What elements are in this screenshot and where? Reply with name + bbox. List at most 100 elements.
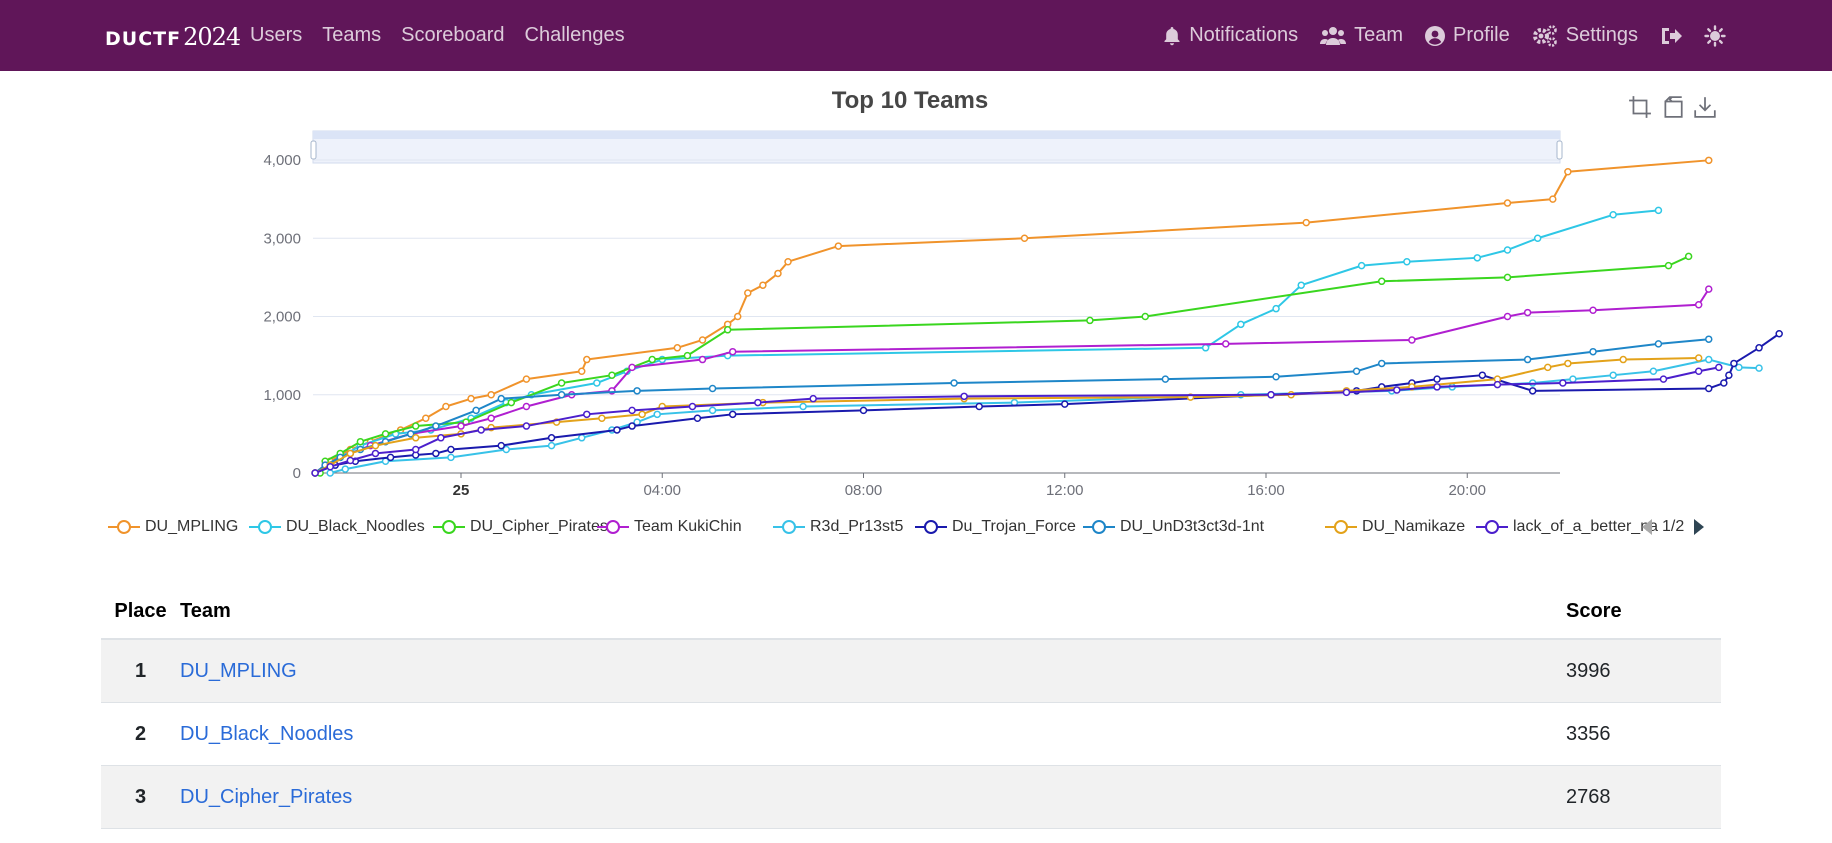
legend-item[interactable]: DU_UnD3t3ct3d-1ntrud3rs	[1083, 508, 1265, 546]
x-tick-label: 08:00	[845, 482, 883, 499]
score-cell: 3356	[1566, 702, 1721, 766]
legend-item[interactable]: DU_MPLING	[108, 508, 238, 546]
legend-item[interactable]: lack_of_a_better_name	[1476, 508, 1658, 546]
data-point	[1086, 316, 1094, 325]
data-point	[693, 414, 702, 422]
user-circle-icon	[1425, 25, 1446, 46]
data-point	[1272, 304, 1280, 313]
team-link[interactable]: DU_Cipher_Pirates	[180, 786, 352, 808]
table-row: 2 DU_Black_Noodles 3356	[101, 702, 1721, 766]
data-point	[381, 437, 390, 446]
data-point	[311, 469, 319, 477]
legend-item[interactable]: R3d_Pr13st5	[773, 508, 903, 546]
nav-link-users[interactable]: Users	[250, 24, 302, 47]
data-point	[759, 281, 767, 289]
data-point	[462, 418, 470, 426]
nav-link-teams[interactable]: Teams	[322, 24, 381, 47]
data-point	[351, 457, 360, 466]
legend-item[interactable]: DU_Cipher_Pirates	[433, 508, 608, 546]
legend-page-indicator: 1/2	[1662, 518, 1685, 535]
legend-line-icon	[1476, 520, 1508, 534]
data-point	[442, 402, 450, 411]
data-point	[1528, 379, 1537, 387]
notifications-label: Notifications	[1189, 24, 1299, 46]
legend-line-icon	[433, 520, 465, 534]
data-point	[472, 406, 480, 415]
x-tick-label: 04:00	[643, 482, 681, 499]
data-point	[567, 391, 576, 399]
data-point	[583, 355, 591, 364]
data-point	[1352, 387, 1361, 395]
data-point	[698, 336, 707, 344]
nav-link-challenges[interactable]: Challenges	[525, 24, 625, 47]
legend-item[interactable]: DU_Black_Noodles	[249, 508, 425, 546]
logout-button[interactable]	[1660, 26, 1682, 46]
team-link[interactable]: DU_Black_Noodles	[180, 723, 353, 745]
y-tick-label: 1,000	[263, 387, 301, 404]
header-score: Score	[1566, 585, 1721, 640]
data-point	[381, 457, 390, 466]
data-point	[809, 394, 817, 403]
data-point	[960, 394, 968, 403]
data-point	[728, 347, 737, 356]
data-point	[326, 462, 334, 471]
nav-link-scoreboard[interactable]: Scoreboard	[401, 24, 504, 47]
data-point	[331, 461, 339, 469]
y-tick-label: 2,000	[263, 309, 301, 326]
theme-toggle-button[interactable]	[1704, 24, 1726, 47]
nav-link-team[interactable]: Team	[1320, 24, 1403, 47]
chart-legend: DU_MPLING DU_Black_Noodles DU_Cipher_Pirat…	[0, 508, 1832, 546]
legend-label: Team KukiChin	[634, 518, 742, 535]
legend-label: R3d_Pr13st5	[810, 518, 904, 535]
legend-prev-button[interactable]	[1640, 518, 1654, 536]
data-point	[708, 406, 717, 415]
legend-item[interactable]: DU_Namikaze	[1325, 508, 1465, 546]
zoom-reset-icon[interactable]	[1661, 95, 1685, 119]
data-point	[1478, 371, 1487, 379]
data-point	[733, 312, 742, 321]
zoom-icon[interactable]	[1628, 95, 1652, 119]
data-point	[723, 326, 732, 334]
data-point	[356, 437, 365, 446]
x-tick-label: 16:00	[1247, 482, 1285, 499]
data-point	[547, 434, 556, 442]
header-team: Team	[180, 585, 1566, 640]
data-point	[346, 449, 355, 458]
legend-label: DU_UnD3t3ct3d-1ntrud3rs	[1120, 518, 1265, 535]
data-point	[1609, 211, 1617, 219]
data-point	[578, 434, 586, 442]
legend-next-button[interactable]	[1692, 518, 1706, 536]
data-point	[457, 430, 465, 438]
data-point	[341, 465, 350, 473]
data-point	[406, 430, 415, 438]
data-point	[1528, 387, 1537, 395]
team-link[interactable]: DU_MPLING	[180, 660, 297, 682]
team-label: Team	[1354, 24, 1404, 46]
datazoom-left-handle	[310, 140, 317, 160]
data-point	[975, 402, 983, 411]
data-point	[1493, 380, 1502, 389]
data-point	[1755, 364, 1763, 372]
data-point	[1267, 391, 1275, 399]
place-cell: 2	[101, 702, 180, 766]
download-icon[interactable]	[1693, 95, 1717, 119]
data-point	[683, 351, 692, 360]
x-tick-label: 25	[453, 482, 470, 499]
data-point	[583, 410, 591, 419]
navbar: DUCTF2024 Users Teams Scoreboard Challen…	[0, 0, 1832, 71]
legend-label: lack_of_a_better_name	[1513, 518, 1658, 535]
nav-link-notifications[interactable]: Notifications	[1163, 24, 1298, 47]
legend-item[interactable]: Du_Trojan_Force	[915, 508, 1076, 546]
sun-icon	[1704, 24, 1726, 47]
series-line	[314, 356, 1699, 474]
data-point	[311, 469, 319, 477]
data-point	[1222, 340, 1230, 348]
data-point	[1403, 257, 1411, 266]
place-cell: 1	[101, 639, 180, 703]
nav-link-settings[interactable]: Settings	[1532, 24, 1638, 47]
data-point	[1448, 383, 1456, 391]
nav-link-profile[interactable]: Profile	[1425, 24, 1510, 47]
brand-logo[interactable]: DUCTF2024	[105, 22, 241, 52]
series-line	[314, 209, 1659, 474]
legend-item[interactable]: Team KukiChin	[597, 508, 742, 546]
